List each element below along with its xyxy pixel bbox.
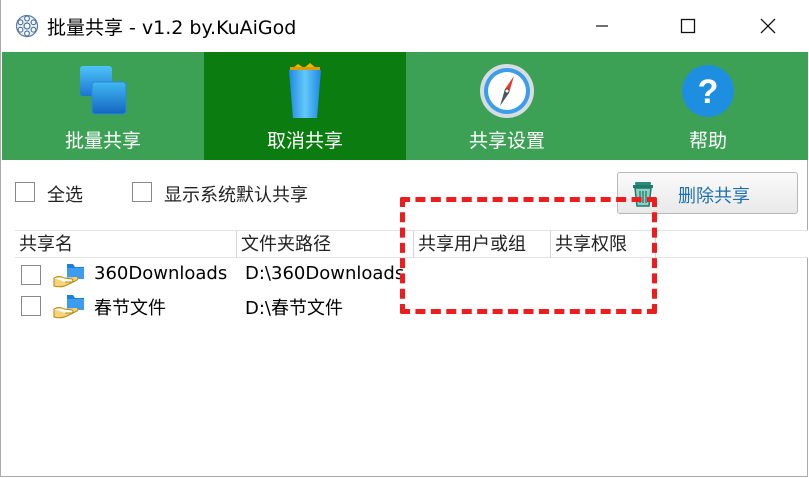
share-path: D:\春节文件 — [245, 298, 343, 319]
share-path: D:\360Downloads — [245, 263, 405, 284]
svg-text:?: ? — [698, 73, 719, 111]
shared-folder-icon — [53, 295, 84, 319]
close-button[interactable] — [745, 0, 791, 52]
minimize-button[interactable] — [579, 0, 625, 52]
column-share-name[interactable]: 共享名 — [15, 231, 237, 258]
select-all-checkbox[interactable] — [15, 182, 35, 202]
app-window: 批量共享 - v1.2 by.KuAiGod 批量共享 取消共享 共享设置 ? … — [0, 0, 809, 477]
windows-stack-icon — [80, 66, 127, 115]
delete-share-label: 删除共享 — [678, 186, 750, 207]
tool-label: 共享设置 — [468, 130, 545, 152]
row-checkbox[interactable] — [21, 265, 41, 285]
annotation-highlight-box — [400, 197, 657, 314]
row-checkbox[interactable] — [21, 296, 41, 316]
tool-label: 取消共享 — [266, 130, 343, 152]
share-name: 360Downloads — [94, 263, 228, 284]
tool-label: 批量共享 — [64, 130, 141, 152]
tool-cancel-share[interactable]: 取消共享 — [204, 52, 406, 160]
main-toolbar: 批量共享 取消共享 共享设置 ? 帮助 — [2, 52, 808, 160]
app-logo-icon — [15, 14, 39, 38]
trash-bin-icon — [289, 63, 321, 118]
window-title: 批量共享 - v1.2 by.KuAiGod — [47, 17, 297, 39]
close-icon — [760, 18, 776, 34]
share-name: 春节文件 — [94, 298, 166, 319]
compass-icon — [480, 64, 534, 118]
minimize-icon — [596, 25, 608, 27]
tool-batch-share[interactable]: 批量共享 — [2, 52, 204, 160]
select-all-label[interactable]: 全选 — [47, 181, 83, 207]
maximize-icon — [680, 18, 696, 34]
title-bar[interactable]: 批量共享 - v1.2 by.KuAiGod — [1, 0, 809, 52]
tool-help[interactable]: ? 帮助 — [608, 52, 808, 160]
tool-label: 帮助 — [688, 130, 727, 152]
shared-folder-icon — [53, 264, 84, 288]
column-folder-path[interactable]: 文件夹路径 — [237, 231, 414, 258]
tool-share-settings[interactable]: 共享设置 — [406, 52, 608, 160]
help-icon: ? — [682, 65, 734, 117]
show-default-label[interactable]: 显示系统默认共享 — [164, 181, 308, 207]
maximize-button[interactable] — [665, 0, 711, 52]
show-default-checkbox[interactable] — [132, 182, 152, 202]
